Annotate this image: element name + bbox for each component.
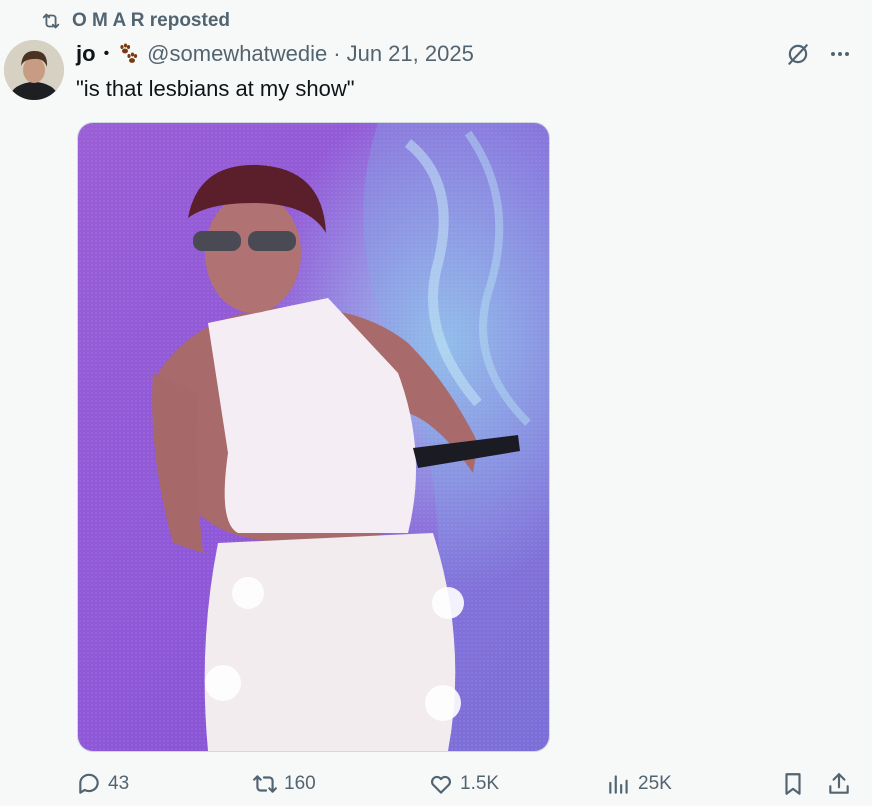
paw-prints-icon bbox=[120, 43, 138, 63]
header-actions bbox=[784, 40, 854, 68]
name-separator: • bbox=[103, 45, 110, 62]
repost-icon bbox=[42, 13, 60, 29]
tweet-date[interactable]: Jun 21, 2025 bbox=[347, 41, 474, 67]
tweet-header: jo • @somewhatwedie · Jun 21, 2025 bbox=[76, 40, 474, 68]
author-handle[interactable]: @somewhatwedie bbox=[147, 41, 327, 67]
reply-icon bbox=[79, 773, 99, 794]
grok-icon[interactable] bbox=[784, 40, 812, 68]
repost-button[interactable]: 160 bbox=[252, 768, 316, 800]
share-icon bbox=[829, 773, 849, 794]
date-separator: · bbox=[333, 41, 341, 66]
repost-count: 160 bbox=[284, 773, 316, 794]
view-count: 25K bbox=[638, 773, 672, 794]
avatar[interactable] bbox=[4, 40, 64, 100]
bookmark-icon bbox=[785, 773, 801, 795]
bookmark-button[interactable] bbox=[780, 768, 806, 800]
like-button[interactable]: 1.5K bbox=[428, 768, 499, 800]
repost-icon bbox=[253, 775, 277, 793]
reply-button[interactable]: 43 bbox=[76, 768, 129, 800]
analytics-icon bbox=[609, 775, 628, 794]
tweet-actions: 43 160 1.5K 25K bbox=[76, 768, 858, 800]
repost-indicator[interactable]: O M A R reposted bbox=[40, 10, 230, 32]
views-button[interactable]: 25K bbox=[606, 768, 672, 800]
reply-count: 43 bbox=[108, 773, 130, 794]
heart-icon bbox=[431, 775, 451, 794]
more-icon[interactable] bbox=[826, 40, 854, 68]
share-button[interactable] bbox=[826, 768, 852, 800]
like-count: 1.5K bbox=[460, 773, 500, 794]
author-name[interactable]: jo bbox=[76, 41, 96, 67]
repost-text: O M A R reposted bbox=[72, 10, 230, 31]
tweet-text: "is that lesbians at my show" bbox=[76, 76, 355, 101]
tweet-photo[interactable] bbox=[77, 122, 550, 752]
